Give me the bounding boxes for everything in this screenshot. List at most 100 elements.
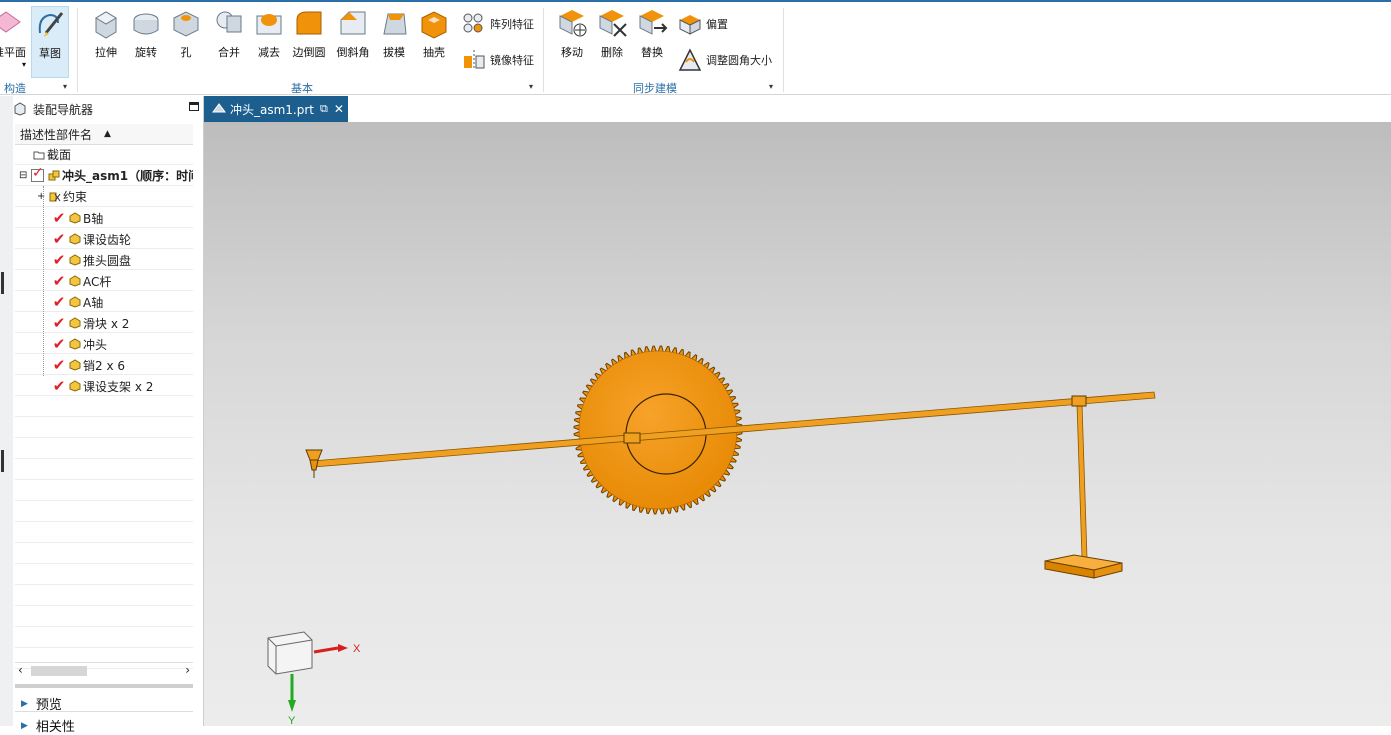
group-label-sync-modeling: 同步建模	[633, 82, 677, 95]
hole-button[interactable]: 孔	[166, 6, 206, 60]
checkmark-icon[interactable]: ✔	[51, 272, 67, 290]
chamfer-button[interactable]: 倒斜角	[333, 6, 373, 60]
empty-row	[15, 417, 193, 438]
component-icon	[69, 275, 81, 287]
draft-button[interactable]: 拔模	[374, 6, 414, 60]
empty-row	[15, 459, 193, 480]
shell-button[interactable]: 抽壳	[414, 6, 454, 60]
delete-face-icon	[599, 10, 627, 37]
checkmark-icon[interactable]: ✔	[51, 209, 67, 227]
edge-blend-button[interactable]: 边倒圆	[289, 6, 329, 60]
checkmark-icon[interactable]: ✔	[51, 314, 67, 332]
slider-block[interactable]	[623, 432, 641, 444]
sort-ascending-icon[interactable]: ▲	[104, 129, 111, 139]
maximize-icon[interactable]	[189, 102, 199, 111]
extrude-button[interactable]: 拉伸	[86, 6, 126, 60]
collapse-icon[interactable]: ⊟	[19, 170, 29, 181]
support-base[interactable]	[1044, 554, 1123, 579]
checkmark-icon[interactable]: ✔	[51, 356, 67, 374]
tree-item-component[interactable]: ✔ 冲头	[15, 333, 193, 354]
resize-blend-button[interactable]: 调整圆角大小	[678, 48, 772, 72]
replace-face-button[interactable]: 替换	[632, 6, 672, 60]
draft-icon	[383, 13, 407, 35]
pattern-feature-icon	[463, 13, 483, 33]
close-tab-icon[interactable]: ✕	[334, 102, 344, 116]
view-cube-icon[interactable]	[267, 631, 313, 675]
component-icon	[69, 212, 81, 224]
group-label-construct: 构造	[4, 82, 26, 95]
group-separator	[77, 8, 78, 92]
column-header[interactable]: 描述性部件名 ▲	[15, 124, 193, 145]
offset-region-icon	[679, 15, 701, 35]
component-icon	[69, 317, 81, 329]
tree-item-component[interactable]: ✔ AC杆	[15, 270, 193, 291]
tree-item-sections[interactable]: 截面	[15, 144, 193, 165]
assembly-icon	[48, 170, 60, 180]
hole-icon	[173, 11, 199, 37]
scroll-left-icon[interactable]: ‹	[18, 663, 23, 677]
datum-plane-button[interactable]: 准平面 ▾	[0, 6, 26, 69]
mirror-feature-button[interactable]: 镜像特征	[462, 48, 534, 72]
empty-row	[15, 501, 193, 522]
pattern-feature-button[interactable]: 阵列特征	[462, 12, 534, 36]
scroll-thumb[interactable]	[31, 666, 87, 676]
replace-face-icon	[639, 10, 668, 35]
expand-icon[interactable]: +	[37, 191, 47, 202]
resource-bar-tab[interactable]	[1, 450, 4, 472]
navigator-header: 装配导航器	[13, 96, 203, 122]
ribbon-toolbar: 准平面 ▾ 草图 构造 ▾ 拉伸 旋转 孔 合并 减去 边倒圆 倒斜角	[0, 0, 1391, 95]
tree-item-component[interactable]: ✔ A轴	[15, 291, 193, 312]
tree-item-component[interactable]: ✔ 课设支架 x 2	[15, 375, 193, 396]
tree-item-component[interactable]: ✔ 滑块 x 2	[15, 312, 193, 333]
edge-blend-icon	[296, 11, 322, 35]
tree-item-constraints[interactable]: + 约束	[15, 186, 193, 207]
resource-bar-tab[interactable]	[1, 272, 4, 294]
empty-row	[15, 543, 193, 564]
revolve-button[interactable]: 旋转	[126, 6, 166, 60]
panel-divider[interactable]	[15, 684, 193, 688]
empty-row	[15, 438, 193, 459]
unite-icon	[216, 11, 242, 33]
group-expand-sync-modeling[interactable]: ▾	[769, 82, 773, 91]
checkmark-icon[interactable]: ✔	[51, 293, 67, 311]
delete-face-button[interactable]: 删除	[592, 6, 632, 60]
checkmark-icon[interactable]: ✔	[51, 251, 67, 269]
offset-region-button[interactable]: 偏置	[678, 12, 728, 36]
subtract-button[interactable]: 减去	[249, 6, 289, 60]
tree-item-component[interactable]: ✔ B轴	[15, 207, 193, 228]
subtract-icon	[256, 14, 282, 35]
tree-item-component[interactable]: ✔ 推头圆盘	[15, 249, 193, 270]
empty-row	[15, 606, 193, 627]
x-axis-label: X	[353, 643, 361, 655]
checkmark-icon[interactable]: ✔	[51, 335, 67, 353]
empty-row	[15, 522, 193, 543]
tree-item-component[interactable]: ✔ 销2 x 6	[15, 354, 193, 375]
resize-blend-icon	[678, 48, 702, 71]
empty-row	[15, 480, 193, 501]
move-face-button[interactable]: 移动	[552, 6, 592, 60]
component-icon	[69, 338, 81, 350]
graphics-viewport[interactable]: X Y	[204, 122, 1391, 726]
checkmark-icon[interactable]: ✔	[51, 230, 67, 248]
scroll-right-icon[interactable]: ›	[185, 663, 190, 677]
unite-button[interactable]: 合并	[209, 6, 249, 60]
document-tab-bar: 冲头_asm1.prt ⧉ ✕	[204, 96, 1391, 124]
chamfer-icon	[340, 11, 366, 35]
support-column[interactable]	[1076, 403, 1088, 559]
rod-joint[interactable]	[1071, 395, 1087, 407]
empty-row	[15, 564, 193, 585]
tree-item-component[interactable]: ✔ 课设齿轮	[15, 228, 193, 249]
horizontal-scrollbar[interactable]: ‹ ›	[15, 662, 193, 679]
model-canvas[interactable]: X Y	[204, 122, 1391, 726]
component-icon	[69, 254, 81, 266]
document-tab[interactable]: 冲头_asm1.prt ⧉ ✕	[204, 96, 348, 122]
group-expand-construct[interactable]: ▾	[63, 82, 67, 91]
sketch-button[interactable]: 草图	[31, 6, 69, 78]
tree-item-root-assembly[interactable]: ⊟ 冲头_asm1（顺序：时间	[15, 165, 193, 186]
group-expand-basic[interactable]: ▾	[529, 82, 533, 91]
extrude-icon	[95, 11, 117, 39]
modified-page-icon: ⧉	[320, 102, 328, 115]
checkbox-icon[interactable]	[31, 165, 44, 182]
checkmark-icon[interactable]: ✔	[51, 377, 67, 395]
group-label-basic: 基本	[291, 82, 313, 95]
